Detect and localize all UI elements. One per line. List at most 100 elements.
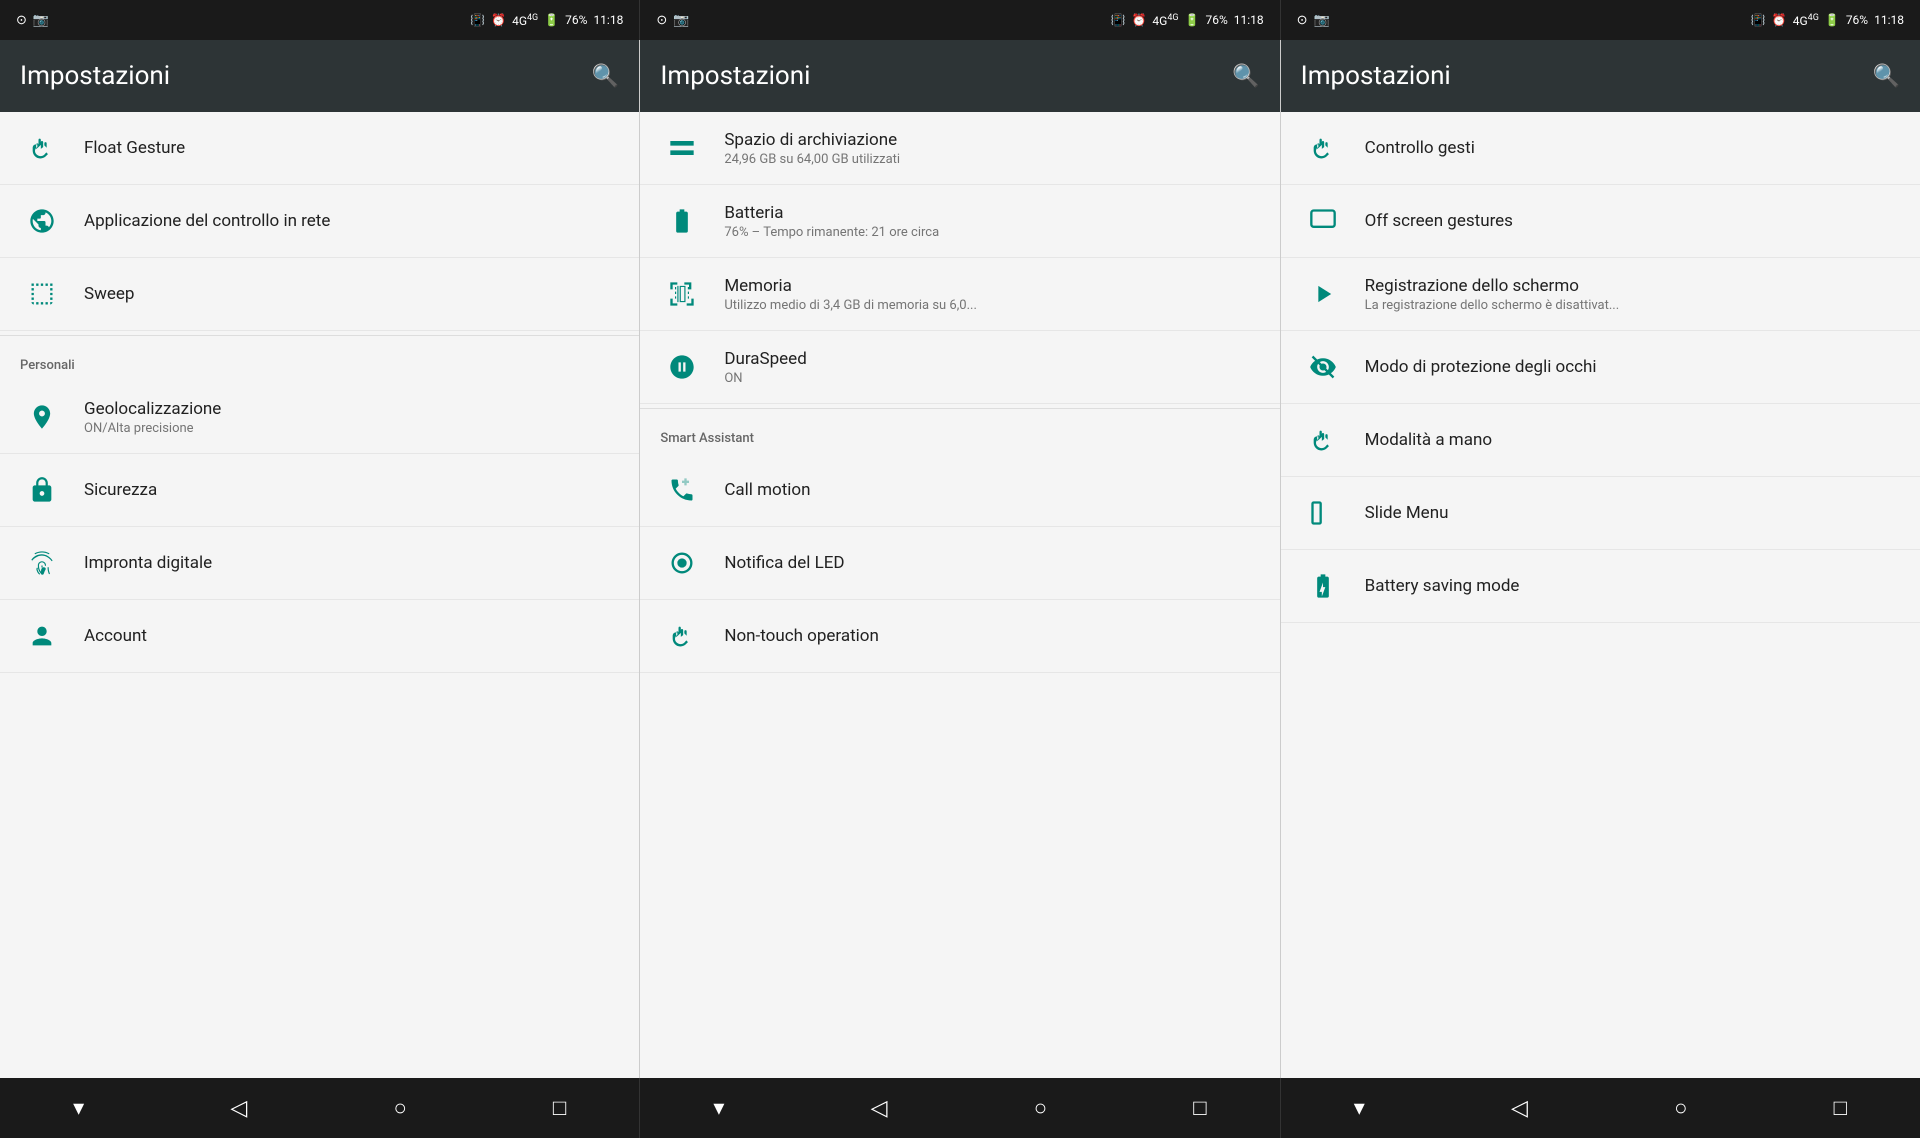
one-hand-mode-item[interactable]: Modalità a mano — [1281, 404, 1920, 477]
led-notification-text: Notifica del LED — [724, 553, 1259, 573]
android-icon-3: ⊙ — [1297, 13, 1308, 28]
float-gesture-title: Float Gesture — [84, 138, 619, 158]
panel-right: Impostazioni 🔍 Controllo gesti Off scree… — [1281, 40, 1920, 1078]
battery-icon-2: 🔋 — [1185, 13, 1200, 27]
android-icon-2: ⊙ — [656, 13, 667, 28]
memory-text: Memoria Utilizzo medio di 3,4 GB di memo… — [724, 276, 1259, 313]
battery-icon — [660, 199, 704, 243]
eye-protection-title: Modo di protezione degli occhi — [1365, 357, 1900, 377]
slide-menu-icon — [1301, 491, 1345, 535]
gesture-control-icon — [1301, 126, 1345, 170]
account-title: Account — [84, 626, 619, 646]
status-right-1: 📳 ⏰ 4G4G 🔋 76% 11:18 — [470, 13, 623, 28]
android-icon-1: ⊙ — [16, 13, 27, 28]
network-1: 4G4G — [512, 13, 538, 28]
one-hand-mode-title: Modalità a mano — [1365, 430, 1900, 450]
gesture-control-item[interactable]: Controllo gesti — [1281, 112, 1920, 185]
call-motion-icon — [660, 468, 704, 512]
panel-middle-list: Spazio di archiviazione 24,96 GB su 64,0… — [640, 112, 1279, 1078]
network-3: 4G4G — [1793, 13, 1819, 28]
non-touch-item[interactable]: Non-touch operation — [640, 600, 1279, 673]
led-notification-item[interactable]: Notifica del LED — [640, 527, 1279, 600]
battery-subtitle: 76% – Tempo rimanente: 21 ore circa — [724, 225, 1259, 240]
nav-dropdown-3[interactable]: ▾ — [1334, 1088, 1385, 1129]
off-screen-item[interactable]: Off screen gestures — [1281, 185, 1920, 258]
panel-right-header: Impostazioni 🔍 — [1281, 40, 1920, 112]
slide-menu-item[interactable]: Slide Menu — [1281, 477, 1920, 550]
battery-saving-item[interactable]: Battery saving mode — [1281, 550, 1920, 623]
off-screen-icon — [1301, 199, 1345, 243]
duraspeed-item[interactable]: DuraSpeed ON — [640, 331, 1279, 404]
account-item[interactable]: Account — [0, 600, 639, 673]
battery-item[interactable]: Batteria 76% – Tempo rimanente: 21 ore c… — [640, 185, 1279, 258]
one-hand-mode-text: Modalità a mano — [1365, 430, 1900, 450]
divider-smart — [640, 408, 1279, 409]
vibrate-icon-1: 📳 — [470, 13, 485, 27]
screen-recording-subtitle: La registrazione dello schermo è disatti… — [1365, 298, 1900, 313]
nav-home-3[interactable]: ○ — [1654, 1087, 1707, 1129]
nav-back-3[interactable]: ◁ — [1491, 1088, 1548, 1129]
nav-recents-1[interactable]: □ — [533, 1087, 586, 1129]
duraspeed-text: DuraSpeed ON — [724, 349, 1259, 386]
section-personal: Personali — [0, 340, 639, 381]
screen-recording-text: Registrazione dello schermo La registraz… — [1365, 276, 1900, 313]
fingerprint-item[interactable]: Impronta digitale — [0, 527, 639, 600]
nav-dropdown-2[interactable]: ▾ — [693, 1088, 744, 1129]
time-2: 11:18 — [1234, 13, 1264, 27]
nav-back-1[interactable]: ◁ — [210, 1088, 267, 1129]
globe-icon — [20, 199, 64, 243]
record-screen-icon — [1301, 272, 1345, 316]
storage-title: Spazio di archiviazione — [724, 130, 1259, 150]
nav-back-2[interactable]: ◁ — [851, 1088, 908, 1129]
battery-icon-3: 🔋 — [1825, 13, 1840, 27]
divider-personal — [0, 335, 639, 336]
led-notification-title: Notifica del LED — [724, 553, 1259, 573]
duraspeed-icon — [660, 345, 704, 389]
main-content: Impostazioni 🔍 Float Gesture Applicazion… — [0, 40, 1920, 1078]
geolocation-title: Geolocalizzazione — [84, 399, 619, 419]
led-icon — [660, 541, 704, 585]
duraspeed-title: DuraSpeed — [724, 349, 1259, 369]
security-text: Sicurezza — [84, 480, 619, 500]
nav-dropdown-1[interactable]: ▾ — [53, 1088, 104, 1129]
duraspeed-subtitle: ON — [724, 371, 1259, 386]
vibrate-icon-2: 📳 — [1111, 13, 1126, 27]
geolocation-item[interactable]: Geolocalizzazione ON/Alta precisione — [0, 381, 639, 454]
security-item[interactable]: Sicurezza — [0, 454, 639, 527]
sweep-item[interactable]: Sweep — [0, 258, 639, 331]
lock-icon — [20, 468, 64, 512]
geolocation-subtitle: ON/Alta precisione — [84, 421, 619, 436]
slide-menu-text: Slide Menu — [1365, 503, 1900, 523]
panel-middle: Impostazioni 🔍 Spazio di archiviazione 2… — [640, 40, 1280, 1078]
nav-home-2[interactable]: ○ — [1014, 1087, 1067, 1129]
storage-text: Spazio di archiviazione 24,96 GB su 64,0… — [724, 130, 1259, 167]
memory-item[interactable]: Memoria Utilizzo medio di 3,4 GB di memo… — [640, 258, 1279, 331]
screen-recording-item[interactable]: Registrazione dello schermo La registraz… — [1281, 258, 1920, 331]
nav-home-1[interactable]: ○ — [373, 1087, 426, 1129]
panel-middle-search-button[interactable]: 🔍 — [1232, 64, 1259, 89]
slide-menu-title: Slide Menu — [1365, 503, 1900, 523]
nav-recents-3[interactable]: □ — [1814, 1087, 1867, 1129]
panel-left-search-button[interactable]: 🔍 — [592, 64, 619, 89]
app-control-net-item[interactable]: Applicazione del controllo in rete — [0, 185, 639, 258]
nav-recents-2[interactable]: □ — [1173, 1087, 1226, 1129]
call-motion-text: Call motion — [724, 480, 1259, 500]
panel-left-title: Impostazioni — [20, 61, 170, 91]
eye-protection-text: Modo di protezione degli occhi — [1365, 357, 1900, 377]
storage-item[interactable]: Spazio di archiviazione 24,96 GB su 64,0… — [640, 112, 1279, 185]
eye-protection-item[interactable]: Modo di protezione degli occhi — [1281, 331, 1920, 404]
nav-bar: ▾ ◁ ○ □ ▾ ◁ ○ □ ▾ ◁ ○ □ — [0, 1078, 1920, 1138]
panel-middle-header: Impostazioni 🔍 — [640, 40, 1279, 112]
call-motion-item[interactable]: Call motion — [640, 454, 1279, 527]
off-screen-title: Off screen gestures — [1365, 211, 1900, 231]
non-touch-text: Non-touch operation — [724, 626, 1259, 646]
fingerprint-title: Impronta digitale — [84, 553, 619, 573]
time-1: 11:18 — [593, 13, 623, 27]
network-2: 4G4G — [1152, 13, 1178, 28]
sweep-icon — [20, 272, 64, 316]
panel-right-title: Impostazioni — [1301, 61, 1451, 91]
panel-right-search-button[interactable]: 🔍 — [1873, 64, 1900, 89]
float-gesture-item[interactable]: Float Gesture — [0, 112, 639, 185]
nav-panel-3: ▾ ◁ ○ □ — [1281, 1078, 1920, 1138]
status-panel-2: ⊙ 📷 📳 ⏰ 4G4G 🔋 76% 11:18 — [640, 0, 1280, 40]
